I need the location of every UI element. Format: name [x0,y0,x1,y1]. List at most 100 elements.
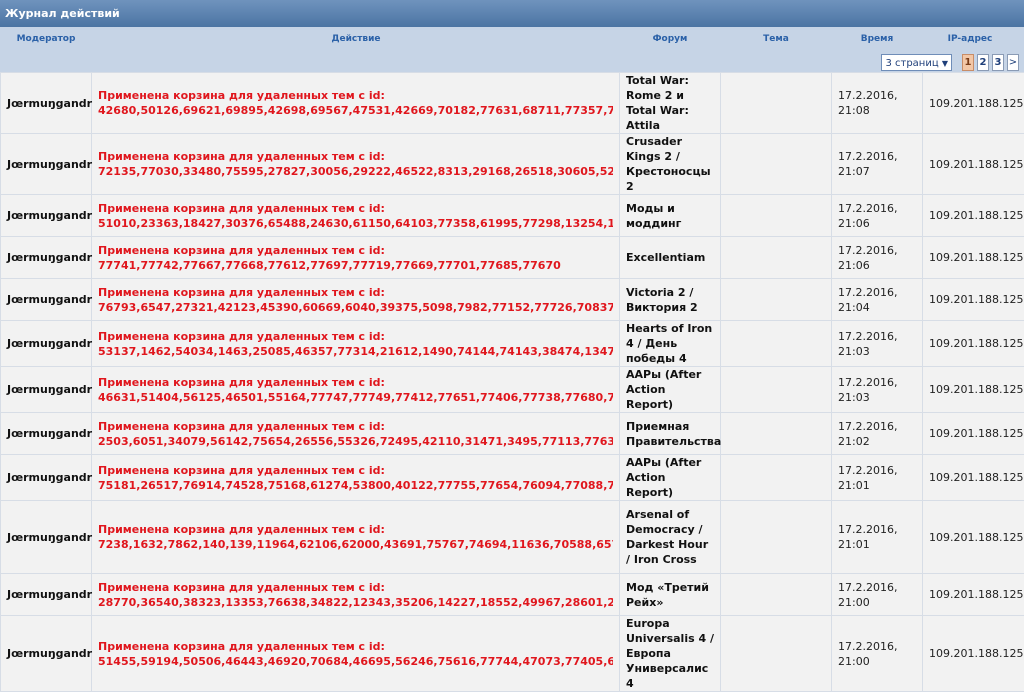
moderator-cell[interactable]: Jœrmuŋgandr [1,455,92,501]
forum-cell[interactable]: Arsenal of Democracy / Darkest Hour / Ir… [620,501,721,574]
action-ids: 46631,51404,56125,46501,55164,77747,7774… [98,390,613,405]
moderator-cell[interactable]: Jœrmuŋgandr [1,574,92,616]
moderator-cell[interactable]: Jœrmuŋgandr [1,195,92,237]
action-ids: 76793,6547,27321,42123,45390,60669,6040,… [98,300,613,315]
action-cell: Применена корзина для удаленных тем с id… [92,237,620,279]
action-ids: 51455,59194,50506,46443,46920,70684,4669… [98,654,613,669]
time-cell: 17.2.2016, 21:04 [832,279,923,321]
time-cell: 17.2.2016, 21:07 [832,134,923,195]
table-row: Jœrmuŋgandr Применена корзина для удаленн… [1,279,1024,321]
action-text: Применена корзина для удаленных тем с id… [98,375,613,390]
ip-cell: 109.201.188.125 [923,134,1024,195]
topic-cell [721,455,832,501]
col-header-moderator[interactable]: Модератор [17,34,76,44]
action-cell: Применена корзина для удаленных тем с id… [92,134,620,195]
ip-cell: 109.201.188.125 [923,195,1024,237]
action-ids: 72135,77030,33480,75595,27827,30056,2922… [98,164,613,179]
col-header-forum[interactable]: Форум [653,34,688,44]
action-text: Применена корзина для удаленных тем с id… [98,463,613,478]
ip-cell: 109.201.188.125 [923,413,1024,455]
action-ids: 75181,26517,76914,74528,75168,61274,5380… [98,478,613,493]
forum-cell[interactable]: Hearts of Iron 4 / День победы 4 [620,321,721,367]
topic-cell [721,574,832,616]
page-count-dropdown[interactable]: 3 страниц ▼ [881,54,952,71]
action-text: Применена корзина для удаленных тем с id… [98,639,613,654]
topic-cell [721,134,832,195]
next-page-button[interactable]: > [1007,54,1019,71]
moderator-cell[interactable]: Jœrmuŋgandr [1,73,92,134]
forum-cell[interactable]: Victoria 2 / Виктория 2 [620,279,721,321]
ip-cell: 109.201.188.125 [923,574,1024,616]
page-1-button[interactable]: 1 [962,54,974,71]
col-header-ip[interactable]: IP-адрес [948,34,993,44]
action-ids: 53137,1462,54034,1463,25085,46357,77314,… [98,344,613,359]
time-cell: 17.2.2016, 21:06 [832,237,923,279]
topic-cell [721,195,832,237]
action-cell: Применена корзина для удаленных тем с id… [92,574,620,616]
action-text: Применена корзина для удаленных тем с id… [98,419,613,434]
action-text: Применена корзина для удаленных тем с id… [98,285,613,300]
action-cell: Применена корзина для удаленных тем с id… [92,455,620,501]
action-cell: Применена корзина для удаленных тем с id… [92,616,620,692]
moderator-cell[interactable]: Jœrmuŋgandr [1,367,92,413]
forum-cell[interactable]: Total War: Rome 2 и Total War: Attila [620,73,721,134]
topic-cell [721,413,832,455]
action-ids: 42680,50126,69621,69895,42698,69567,4753… [98,103,613,118]
forum-cell[interactable]: Europa Universalis 4 / Европа Универсали… [620,616,721,692]
moderator-cell[interactable]: Jœrmuŋgandr [1,279,92,321]
col-header-time[interactable]: Время [861,34,894,44]
action-cell: Применена корзина для удаленных тем с id… [92,367,620,413]
ip-cell: 109.201.188.125 [923,616,1024,692]
action-text: Применена корзина для удаленных тем с id… [98,243,613,258]
action-ids: 28770,36540,38323,13353,76638,34822,1234… [98,595,613,610]
action-cell: Применена корзина для удаленных тем с id… [92,73,620,134]
topic-cell [721,73,832,134]
col-header-action[interactable]: Действие [331,34,380,44]
topic-cell [721,501,832,574]
table-row: Jœrmuŋgandr Применена корзина для удаленн… [1,73,1024,134]
forum-cell[interactable]: Приемная Правительства [620,413,721,455]
ip-cell: 109.201.188.125 [923,279,1024,321]
action-text: Применена корзина для удаленных тем с id… [98,88,613,103]
forum-cell[interactable]: AAPы (After Action Report) [620,367,721,413]
time-cell: 17.2.2016, 21:01 [832,501,923,574]
forum-cell[interactable]: Моды и моддинг [620,195,721,237]
ip-cell: 109.201.188.125 [923,501,1024,574]
page-3-button[interactable]: 3 [992,54,1004,71]
pagination: 3 страниц ▼ 1 2 3 > [881,54,1019,71]
forum-cell[interactable]: Crusader Kings 2 / Крестоносцы 2 [620,134,721,195]
forum-cell[interactable]: Мод «Третий Рейх» [620,574,721,616]
ip-cell: 109.201.188.125 [923,73,1024,134]
table-row: Jœrmuŋgandr Применена корзина для удаленн… [1,237,1024,279]
topic-cell [721,321,832,367]
moderator-cell[interactable]: Jœrmuŋgandr [1,237,92,279]
moderator-cell[interactable]: Jœrmuŋgandr [1,616,92,692]
action-cell: Применена корзина для удаленных тем с id… [92,413,620,455]
time-cell: 17.2.2016, 21:02 [832,413,923,455]
column-header-bar: Модератор Действие Форум Тема Время IP-а… [0,27,1024,72]
ip-cell: 109.201.188.125 [923,237,1024,279]
time-cell: 17.2.2016, 21:01 [832,455,923,501]
time-cell: 17.2.2016, 21:03 [832,321,923,367]
table-row: Jœrmuŋgandr Применена корзина для удаленн… [1,413,1024,455]
action-ids: 77741,77742,77667,77668,77612,77697,7771… [98,258,613,273]
time-cell: 17.2.2016, 21:00 [832,574,923,616]
topic-cell [721,279,832,321]
action-cell: Применена корзина для удаленных тем с id… [92,321,620,367]
forum-cell[interactable]: AAPы (After Action Report) [620,455,721,501]
action-ids: 51010,23363,18427,30376,65488,24630,6115… [98,216,613,231]
time-cell: 17.2.2016, 21:00 [832,616,923,692]
forum-cell[interactable]: Excellentiam [620,237,721,279]
ip-cell: 109.201.188.125 [923,455,1024,501]
topic-cell [721,367,832,413]
moderator-cell[interactable]: Jœrmuŋgandr [1,321,92,367]
time-cell: 17.2.2016, 21:06 [832,195,923,237]
action-text: Применена корзина для удаленных тем с id… [98,522,613,537]
page-2-button[interactable]: 2 [977,54,989,71]
col-header-topic[interactable]: Тема [763,34,789,44]
action-ids: 2503,6051,34079,56142,75654,26556,55326,… [98,434,613,449]
moderator-cell[interactable]: Jœrmuŋgandr [1,501,92,574]
action-cell: Применена корзина для удаленных тем с id… [92,195,620,237]
moderator-cell[interactable]: Jœrmuŋgandr [1,413,92,455]
moderator-cell[interactable]: Jœrmuŋgandr [1,134,92,195]
